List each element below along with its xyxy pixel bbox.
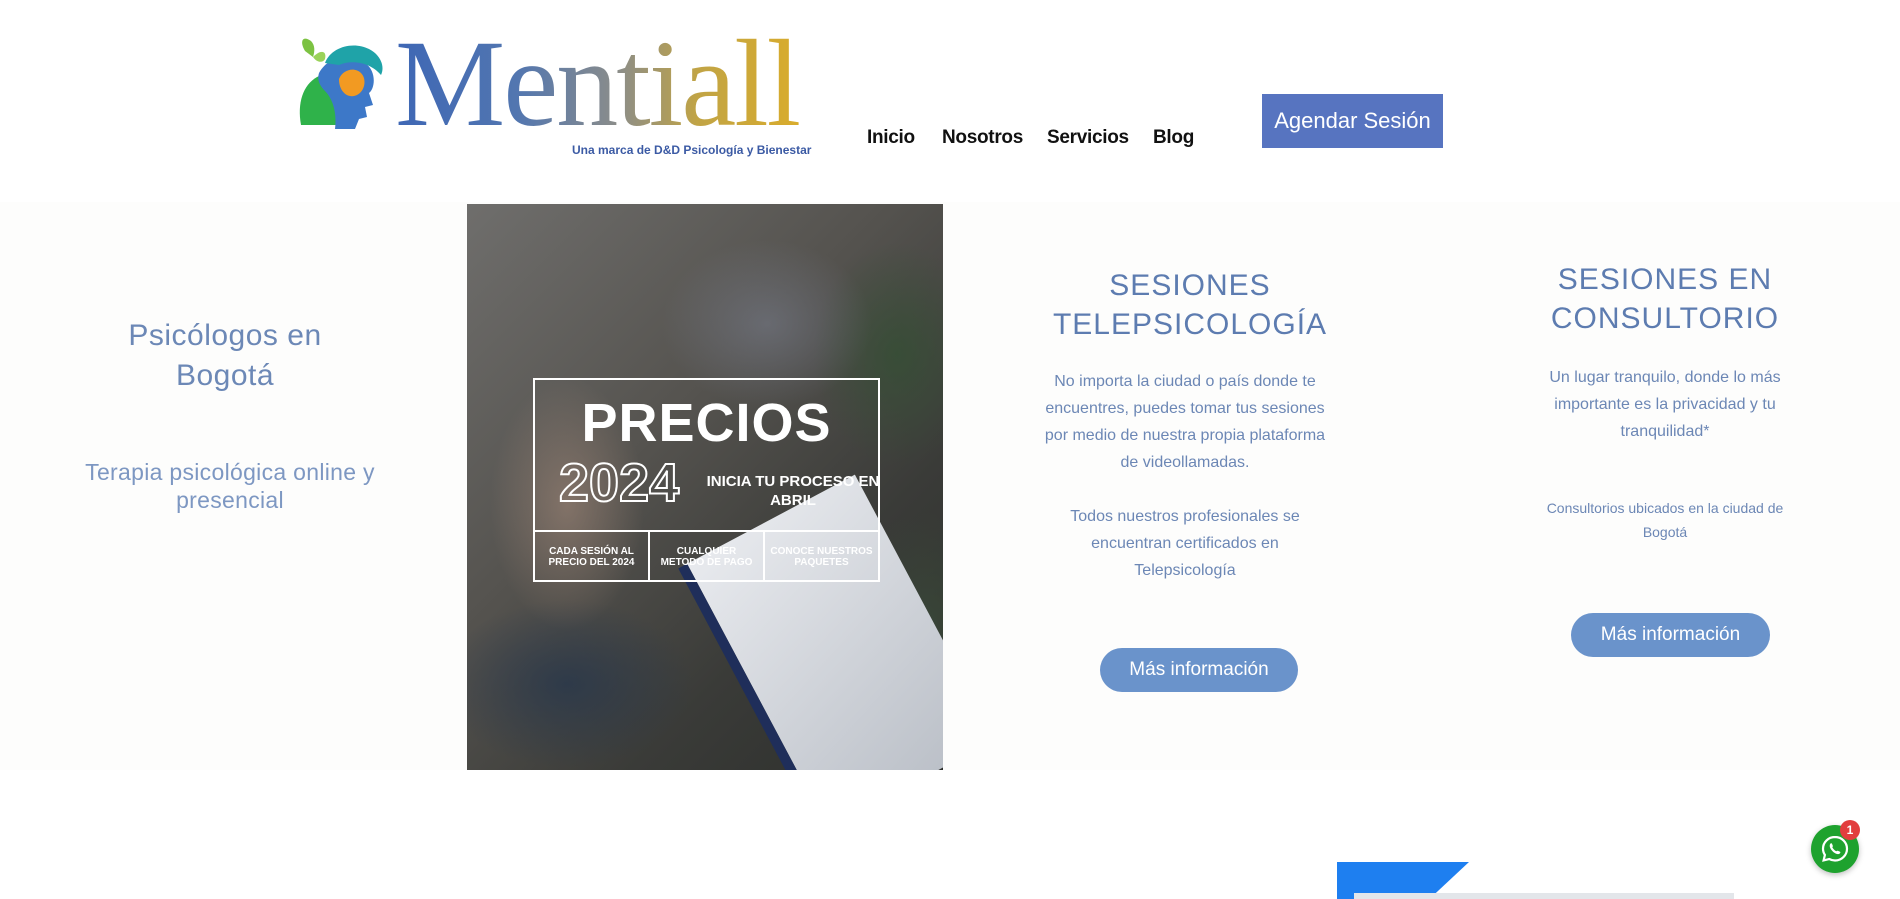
promo-cell-price: CADA SESIÓN AL PRECIO DEL 2024: [535, 532, 650, 582]
nav-blog[interactable]: Blog: [1153, 127, 1194, 149]
promo-cells: CADA SESIÓN AL PRECIO DEL 2024 CUALQUIER…: [535, 530, 878, 582]
whatsapp-notification-badge: 1: [1840, 820, 1860, 840]
promo-frame: PRECIOS 2024 INICIA TU PROCESO EN ABRIL …: [533, 378, 880, 582]
mas-informacion-telepsicologia-button[interactable]: Más información: [1100, 648, 1298, 692]
service-text-telepsicologia: No importa la ciudad o país donde te enc…: [1044, 373, 1326, 471]
service-text-consultorio: Un lugar tranquilo, donde lo más importa…: [1549, 369, 1781, 440]
promo-banner-image[interactable]: PRECIOS 2024 INICIA TU PROCESO EN ABRIL …: [467, 204, 943, 770]
service-title-telepsicologia: SESIONES TELEPSICOLOGÍA: [1052, 269, 1328, 341]
service-note-telepsicologia: Todos nuestros profesionales se encuentr…: [1070, 508, 1300, 579]
nav-servicios[interactable]: Servicios: [1047, 127, 1129, 149]
hero-subtitle: Terapia psicológica online y presencial: [85, 459, 375, 513]
service-title-consultorio: SESIONES EN CONSULTORIO: [1550, 263, 1780, 335]
agendar-sesion-button[interactable]: Agendar Sesión: [1262, 94, 1443, 148]
nav-nosotros[interactable]: Nosotros: [942, 127, 1023, 149]
brand-name: Mentiall: [395, 15, 801, 152]
promo-cell-payment: CUALQUIER METODO DE PAGO: [650, 532, 765, 582]
decorative-grey-bar: [1354, 893, 1734, 899]
nav-inicio[interactable]: Inicio: [867, 127, 915, 149]
brand-tagline: Una marca de D&D Psicología y Bienestar: [572, 143, 812, 157]
mas-informacion-consultorio-button[interactable]: Más información: [1571, 613, 1770, 657]
service-note-consultorio: Consultorios ubicados en la ciudad de Bo…: [1546, 500, 1784, 540]
head-butterfly-icon: [299, 38, 383, 130]
promo-cta: INICIA TU PROCESO EN ABRIL: [706, 473, 880, 509]
promo-cell-packages: CONOCE NUESTROS PAQUETES: [770, 546, 873, 568]
hero-title: Psicólogos en Bogotá: [128, 319, 322, 392]
brand-logo[interactable]: Mentiall Una marca de D&D Psicología y B…: [295, 22, 811, 165]
promo-year: 2024: [558, 453, 680, 513]
promo-title: PRECIOS: [581, 393, 832, 453]
